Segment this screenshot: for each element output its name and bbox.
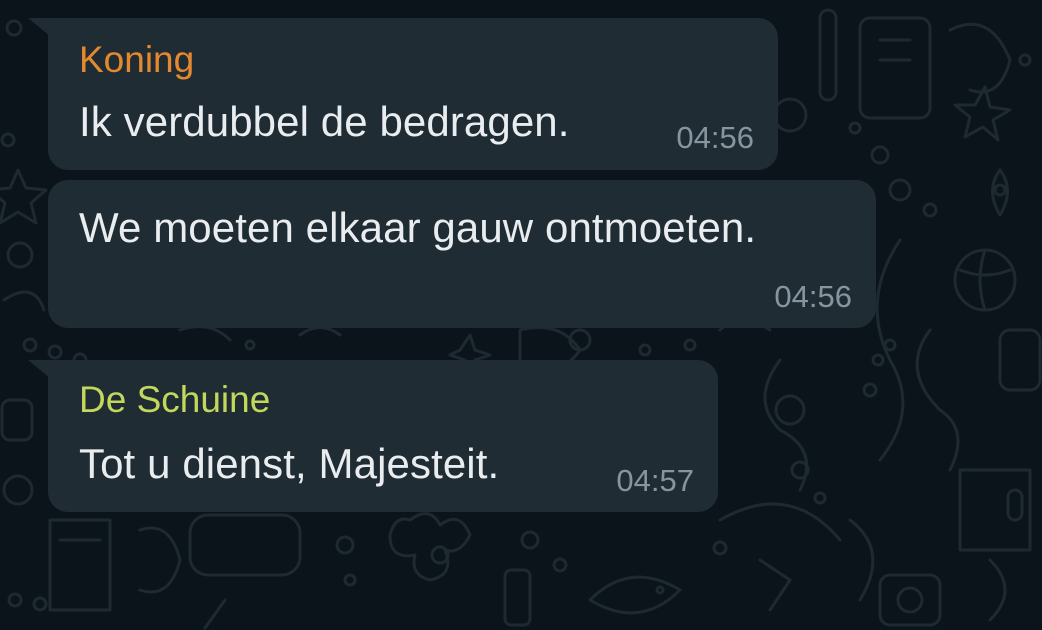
message-timestamp: 04:57 [616,463,694,498]
message-text: We moeten elkaar gauw ontmoeten. [79,204,757,251]
message-text: Ik verdubbel de bedragen. [79,98,570,145]
sender-name[interactable]: De Schuine [79,379,270,421]
message-bubble[interactable]: Koning Ik verdubbel de bedragen. 04:56 [28,18,778,170]
message-timestamp: 04:56 [676,120,754,155]
message-text: Tot u dienst, Majesteit. [79,440,500,487]
message-timestamp: 04:56 [774,279,852,314]
message-bubble[interactable]: We moeten elkaar gauw ontmoeten. 04:56 [48,180,876,328]
sender-name[interactable]: Koning [79,39,194,81]
bubble-tail [28,360,50,378]
message-bubble[interactable]: De Schuine Tot u dienst, Majesteit. 04:5… [28,360,718,512]
bubble-tail [28,18,50,36]
